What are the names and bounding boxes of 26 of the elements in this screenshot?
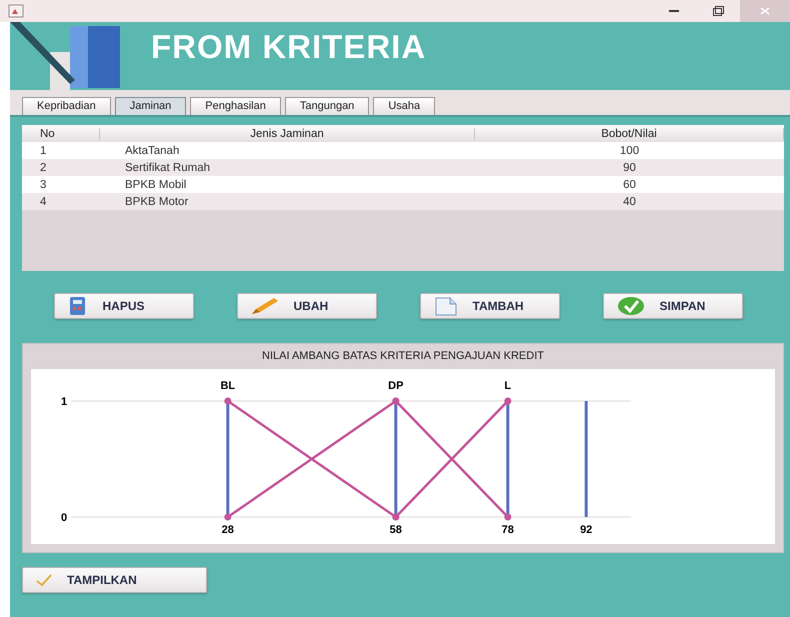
table-cell-text: 4 [39, 196, 48, 208]
table-cell-text: Sertifikat Rumah [124, 162, 212, 174]
table-cell-text: 3 [39, 178, 48, 190]
column-header: No [22, 128, 100, 140]
table-cell-text: AktaTanah [124, 144, 180, 156]
chart-title: NILAI AMBANG BATAS KRITERIA PENGAJUAN KREDIT [261, 350, 545, 362]
table-cell-text: BPKB Motor [124, 196, 190, 208]
table-cell-text: 60 [622, 178, 637, 190]
axis-tick-label: 92 [580, 524, 592, 536]
axis-tick-label: 0 [61, 512, 68, 524]
table-cell-text: 40 [622, 196, 637, 208]
annotation-label: BL [220, 380, 236, 392]
axis-tick-label: 78 [502, 524, 514, 536]
table-cell-text: 2 [39, 162, 48, 174]
window-title: FROM KRITERIA [151, 28, 426, 66]
annotation-label: DP [388, 380, 404, 392]
axis-tick-label: 28 [222, 524, 234, 536]
axis-tick-label: 58 [390, 524, 402, 536]
table-cell-text: BPKB Mobil [124, 178, 188, 190]
axis-tick-label: 1 [61, 396, 68, 408]
table-cell-text: 90 [622, 162, 637, 174]
column-header: Bobot/Nilai [475, 128, 784, 140]
column-header: Jenis Jaminan [100, 128, 475, 140]
table-cell-text: 1 [39, 144, 48, 156]
annotation-label: L [504, 380, 512, 392]
table-cell-text: 100 [618, 144, 640, 156]
